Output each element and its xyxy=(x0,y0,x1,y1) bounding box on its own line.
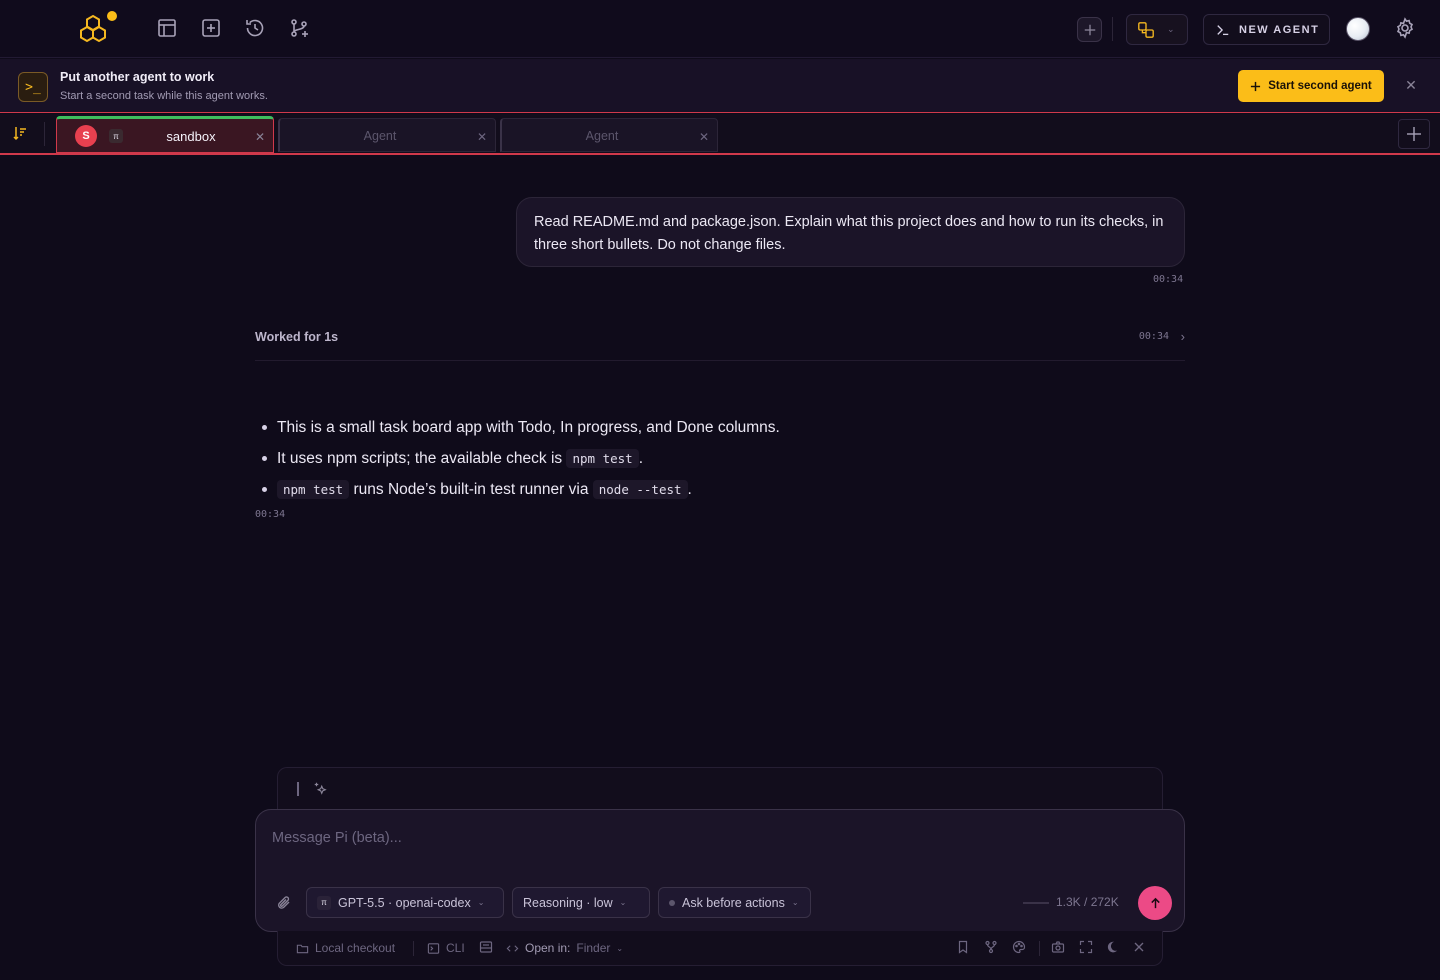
approval-select[interactable]: Ask before actions ⌄ xyxy=(658,887,811,918)
bookmark-icon[interactable] xyxy=(956,940,970,954)
close-icon[interactable]: ✕ xyxy=(699,130,709,144)
reasoning-label: Reasoning · low xyxy=(523,895,613,910)
editor-icon[interactable] xyxy=(479,940,493,954)
new-agent-label: NEW AGENT xyxy=(1239,23,1320,36)
avatar[interactable] xyxy=(1346,17,1370,41)
model-select[interactable]: π GPT-5.5 · openai-codex ⌄ xyxy=(306,887,504,918)
fullscreen-icon[interactable] xyxy=(1079,940,1093,954)
close-icon[interactable]: ✕ xyxy=(477,130,487,144)
status-dot xyxy=(669,899,675,906)
branch-icon[interactable] xyxy=(287,16,311,40)
inline-code: node --test xyxy=(592,480,688,499)
chevron-down-icon: ⌄ xyxy=(619,898,627,907)
open-in-label: Open in: xyxy=(525,941,571,955)
pi-icon: π xyxy=(109,129,123,143)
message-input[interactable] xyxy=(272,826,1152,850)
banner-subtitle: Start a second task while this agent wor… xyxy=(60,90,268,102)
model-label: GPT-5.5 · openai-codex xyxy=(338,895,471,910)
cli-label: CLI xyxy=(446,941,465,955)
fork-icon[interactable] xyxy=(984,940,998,954)
folder-icon xyxy=(296,944,309,953)
cli-button[interactable]: CLI xyxy=(427,941,465,955)
switch-icon xyxy=(1138,21,1154,38)
close-icon[interactable] xyxy=(1132,940,1146,954)
message-timestamp: 00:34 xyxy=(1153,274,1184,285)
promo-banner: >_ Put another agent to work Start a sec… xyxy=(0,59,1440,113)
list-item: This is a small task board app with Todo… xyxy=(262,412,1182,443)
chevron-right-icon: › xyxy=(1180,329,1185,344)
tab-agent[interactable]: Agent ✕ xyxy=(500,118,718,152)
user-message: Read README.md and package.json. Explain… xyxy=(516,197,1185,267)
composer-footer: Local checkout CLI Open in: Finder ⌄ xyxy=(277,931,1163,966)
reasoning-select[interactable]: Reasoning · low ⌄ xyxy=(512,887,650,918)
local-checkout-button[interactable]: Local checkout xyxy=(296,941,395,955)
open-in-select[interactable]: Open in: Finder ⌄ xyxy=(506,941,623,955)
pi-icon: π xyxy=(317,895,331,910)
palette-icon[interactable] xyxy=(1012,940,1026,954)
gear-icon[interactable] xyxy=(1393,16,1417,40)
context-meter xyxy=(1023,902,1049,904)
chevron-down-icon: ⌄ xyxy=(616,943,624,953)
list-item: It uses npm scripts; the available check… xyxy=(262,443,1182,474)
paperclip-icon[interactable] xyxy=(275,894,293,912)
layout-icon[interactable] xyxy=(155,16,179,40)
inline-code: npm test xyxy=(277,480,350,499)
tab-avatar: S xyxy=(75,125,97,147)
plus-button[interactable] xyxy=(1077,17,1102,42)
add-square-icon[interactable] xyxy=(199,16,223,40)
banner-title: Put another agent to work xyxy=(60,70,215,84)
chevron-down-icon: ⌄ xyxy=(1167,24,1175,34)
checkout-label: Local checkout xyxy=(315,941,396,955)
divider xyxy=(44,122,45,146)
assistant-answer: This is a small task board app with Todo… xyxy=(262,412,1182,505)
tab-sandbox[interactable]: S π sandbox ✕ xyxy=(56,116,274,153)
start-second-agent-button[interactable]: Start second agent xyxy=(1238,70,1384,102)
close-icon[interactable]: ✕ xyxy=(1404,78,1418,92)
divider xyxy=(1039,941,1040,956)
sort-icon[interactable] xyxy=(12,125,28,141)
context-usage: 1.3K / 272K xyxy=(1056,895,1119,909)
history-icon[interactable] xyxy=(243,16,267,40)
workspace-switcher[interactable]: ⌄ xyxy=(1126,14,1188,45)
composer: π GPT-5.5 · openai-codex ⌄ Reasoning · l… xyxy=(255,809,1185,932)
plus-icon xyxy=(1251,81,1261,91)
answer-timestamp: 00:34 xyxy=(255,509,286,520)
divider xyxy=(1112,17,1113,41)
start-second-agent-label: Start second agent xyxy=(1268,80,1372,92)
new-agent-button[interactable]: NEW AGENT xyxy=(1203,14,1330,45)
chevron-down-icon: ⌄ xyxy=(477,898,485,907)
chevron-down-icon: ⌄ xyxy=(791,898,799,907)
camera-icon[interactable] xyxy=(1051,940,1065,954)
worked-summary[interactable]: Worked for 1s 00:34 › xyxy=(255,322,1185,361)
approval-label: Ask before actions xyxy=(682,895,785,910)
terminal-icon xyxy=(1217,24,1229,35)
divider xyxy=(413,941,414,956)
tab-strip: S π sandbox ✕ Agent ✕ Agent ✕ xyxy=(0,114,1440,155)
tab-label: Agent xyxy=(585,129,619,143)
tab-label: sandbox xyxy=(166,129,216,144)
new-tab-button[interactable] xyxy=(1398,119,1430,149)
plus-icon xyxy=(1084,24,1095,35)
app-logo[interactable] xyxy=(80,10,118,44)
code-icon xyxy=(506,944,519,952)
inline-code: npm test xyxy=(566,449,639,468)
plus-icon xyxy=(1407,127,1421,141)
terminal-icon: >_ xyxy=(18,72,48,102)
worked-label: Worked for 1s xyxy=(255,330,339,344)
tab-agent[interactable]: Agent ✕ xyxy=(278,118,496,152)
top-bar: ⌄ NEW AGENT xyxy=(0,0,1440,58)
cursor-bar xyxy=(297,782,299,796)
open-in-value: Finder xyxy=(576,941,611,955)
moon-icon[interactable] xyxy=(1105,940,1119,954)
terminal-icon xyxy=(427,942,440,954)
sparkle-icon[interactable] xyxy=(313,781,329,797)
composer-toolbar xyxy=(277,767,1163,811)
arrow-up-icon xyxy=(1150,897,1160,908)
tab-label: Agent xyxy=(363,129,397,143)
list-item: npm test runs Node’s built-in test runne… xyxy=(262,474,1182,505)
send-button[interactable] xyxy=(1138,886,1172,920)
close-icon[interactable]: ✕ xyxy=(255,130,265,144)
worked-timestamp: 00:34 xyxy=(1138,331,1169,342)
